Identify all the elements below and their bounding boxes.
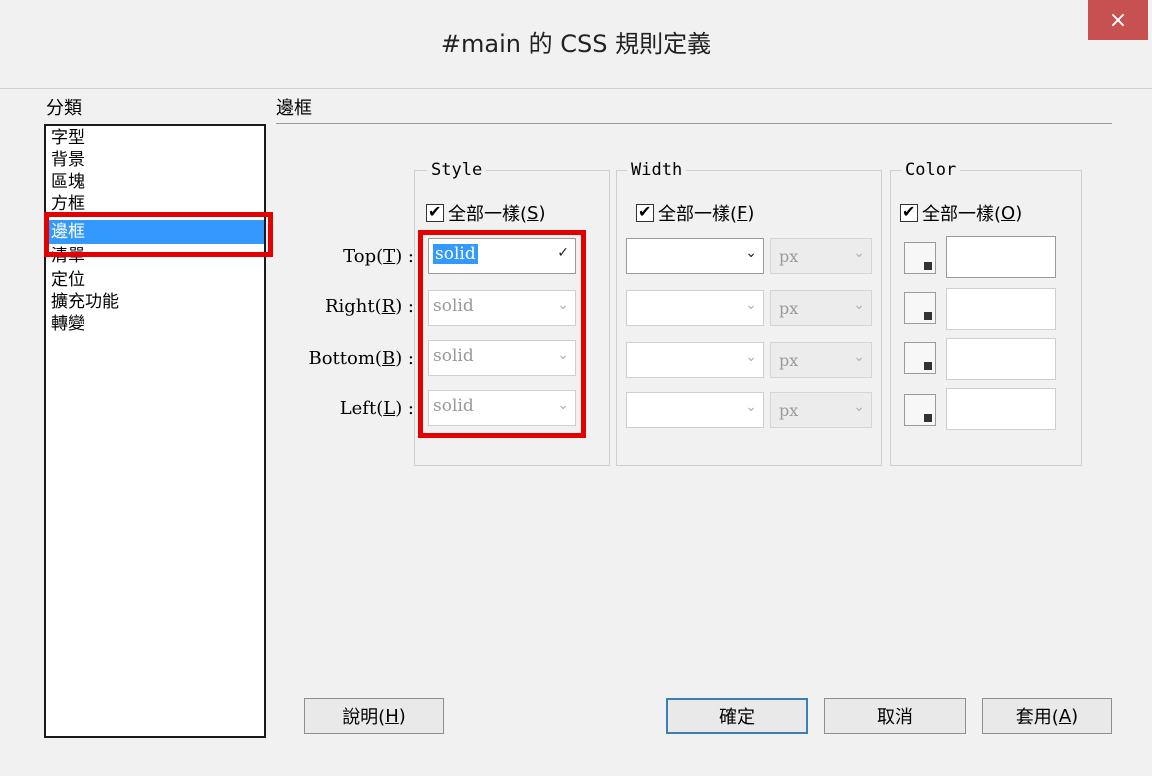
chevron-down-icon: ⌄ [745, 297, 757, 313]
bottom-unit-select[interactable]: px ⌄ [770, 342, 872, 378]
category-item-background[interactable]: 背景 [48, 148, 264, 172]
category-item-extensions[interactable]: 擴充功能 [48, 290, 264, 314]
top-width-select[interactable]: ⌄ [626, 238, 764, 274]
top-color-input[interactable] [946, 236, 1056, 278]
category-highlight-box [44, 212, 273, 257]
chevron-down-icon: ⌄ [853, 349, 865, 365]
chevron-down-icon: ⌄ [853, 245, 865, 261]
ok-button[interactable]: 確定 [666, 698, 808, 734]
section-title: 邊框 [276, 98, 312, 119]
bottom-color-picker[interactable] [904, 342, 936, 374]
row-label-bottom: Bottom(B) : [308, 348, 414, 369]
chevron-down-icon: ⌄ [745, 399, 757, 415]
checkbox-checked-icon [900, 202, 918, 222]
checkbox-checked-icon [426, 202, 444, 222]
category-item-positioning[interactable]: 定位 [48, 268, 264, 292]
bottom-color-input[interactable] [946, 338, 1056, 380]
section-divider [276, 123, 1112, 124]
row-label-right: Right(R) : [324, 296, 414, 317]
right-color-input[interactable] [946, 288, 1056, 330]
left-width-select[interactable]: ⌄ [626, 392, 764, 428]
left-color-input[interactable] [946, 388, 1056, 430]
top-color-picker[interactable] [904, 242, 936, 274]
style-highlight-box [418, 230, 586, 438]
bottom-width-select[interactable]: ⌄ [626, 342, 764, 378]
right-width-select[interactable]: ⌄ [626, 290, 764, 326]
help-button[interactable]: 說明(H) [304, 698, 444, 734]
right-unit-select[interactable]: px ⌄ [770, 290, 872, 326]
style-group-title: Style [427, 160, 487, 180]
color-group-title: Color [901, 160, 961, 180]
chevron-down-icon: ⌄ [853, 297, 865, 313]
window-title: #main 的 CSS 規則定義 [440, 30, 712, 58]
left-unit-select[interactable]: px ⌄ [770, 392, 872, 428]
row-label-top: Top(T) : [343, 246, 414, 267]
close-icon: × [1108, 7, 1128, 33]
chevron-down-icon: ⌄ [745, 349, 757, 365]
apply-button[interactable]: 套用(A) [982, 698, 1112, 734]
chevron-down-icon: ⌄ [853, 399, 865, 415]
width-group-title: Width [627, 160, 687, 180]
cancel-button[interactable]: 取消 [824, 698, 966, 734]
close-button[interactable]: × [1088, 0, 1148, 40]
left-color-picker[interactable] [904, 394, 936, 426]
category-label: 分類 [46, 98, 82, 119]
right-color-picker[interactable] [904, 292, 936, 324]
style-same-checkbox[interactable]: 全部一樣(S) [426, 200, 546, 226]
checkbox-checked-icon [636, 202, 654, 222]
width-same-checkbox[interactable]: 全部一樣(F) [636, 200, 754, 226]
row-label-left: Left(L) : [339, 398, 414, 419]
color-same-checkbox[interactable]: 全部一樣(O) [900, 200, 1022, 226]
top-unit-select[interactable]: px ⌄ [770, 238, 872, 274]
category-item-font[interactable]: 字型 [48, 126, 264, 150]
category-item-transition[interactable]: 轉變 [48, 312, 264, 336]
chevron-down-icon: ⌄ [745, 245, 757, 261]
category-item-block[interactable]: 區塊 [48, 170, 264, 194]
title-bar: #main 的 CSS 規則定義 × [0, 0, 1152, 89]
